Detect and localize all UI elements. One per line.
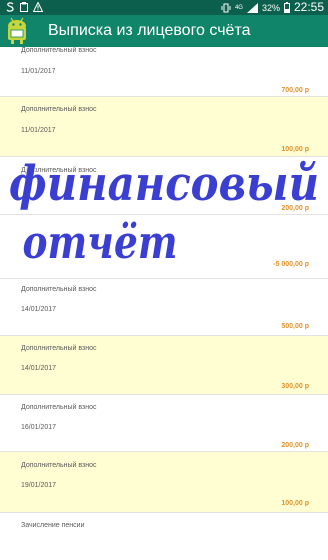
transaction-list[interactable]: Дополнительный взнос 11/01/2017 700,00 р… — [0, 47, 328, 560]
transaction-amount: 100,00 р — [281, 146, 309, 153]
status-bar: 4G 32% 22:55 — [0, 0, 328, 15]
transaction-title: Дополнительный взнос — [21, 286, 97, 293]
transaction-amount: 700,00 р — [281, 87, 309, 94]
transaction-date: 14/01/2017 — [21, 365, 57, 372]
transaction-date: 11/01/2017 — [21, 68, 56, 75]
transaction-title: Дополнительный взнос — [21, 47, 97, 54]
transaction-title: Дополнительный взнос — [21, 345, 97, 352]
list-item[interactable]: Дополнительный взнос 11/01/2017 100,00 р — [0, 97, 328, 157]
transaction-date: 11/01/2017 — [21, 127, 56, 134]
list-item[interactable]: -5 000,00 р — [0, 215, 328, 279]
transaction-title: Дополнительный взнос — [21, 462, 97, 469]
list-item[interactable]: Дополнительный взнос 200,00 р — [0, 157, 328, 215]
transaction-date: 16/01/2017 — [21, 424, 57, 431]
transaction-amount: 500,00 р — [281, 323, 309, 330]
app-bar: Выписка из лицевого счёта — [0, 15, 328, 47]
clock: 22:55 — [293, 0, 324, 14]
page-title: Выписка из лицевого счёта — [48, 22, 251, 39]
transaction-amount: 100,00 р — [281, 500, 309, 507]
battery-percent: 32% — [261, 2, 280, 13]
warning-icon — [33, 2, 43, 12]
system-indicators: 4G 32% 22:55 — [221, 1, 324, 14]
notification-icons — [6, 2, 43, 12]
notification-s-icon — [6, 2, 14, 12]
list-item[interactable]: Зачисление пенсии — [0, 513, 328, 553]
transaction-amount: -5 000,00 р — [273, 261, 309, 268]
battery-icon — [283, 2, 290, 13]
transaction-amount: 300,00 р — [281, 383, 309, 390]
transaction-date: 14/01/2017 — [21, 306, 57, 313]
transaction-amount: 200,00 р — [281, 442, 309, 449]
transaction-date: 19/01/2017 — [21, 482, 57, 489]
android-robot-icon[interactable] — [4, 17, 30, 45]
list-item[interactable]: Дополнительный взнос 14/01/2017 300,00 р — [0, 336, 328, 395]
transaction-title: Дополнительный взнос — [21, 167, 97, 174]
transaction-title: Дополнительный взнос — [21, 106, 97, 113]
list-item[interactable]: Дополнительный взнос 16/01/2017 200,00 р — [0, 395, 328, 452]
signal-icon — [246, 2, 258, 13]
list-item[interactable]: Дополнительный взнос 19/01/2017 100,00 р — [0, 452, 328, 513]
transaction-amount: 200,00 р — [281, 205, 309, 212]
transaction-title: Зачисление пенсии — [21, 522, 85, 529]
network-type: 4G — [234, 4, 243, 11]
clipboard-icon — [20, 2, 28, 12]
list-item[interactable]: Дополнительный взнос 14/01/2017 500,00 р — [0, 279, 328, 336]
vibrate-icon — [221, 3, 231, 12]
transaction-title: Дополнительный взнос — [21, 404, 97, 411]
list-item[interactable]: Дополнительный взнос 11/01/2017 700,00 р — [0, 47, 328, 97]
